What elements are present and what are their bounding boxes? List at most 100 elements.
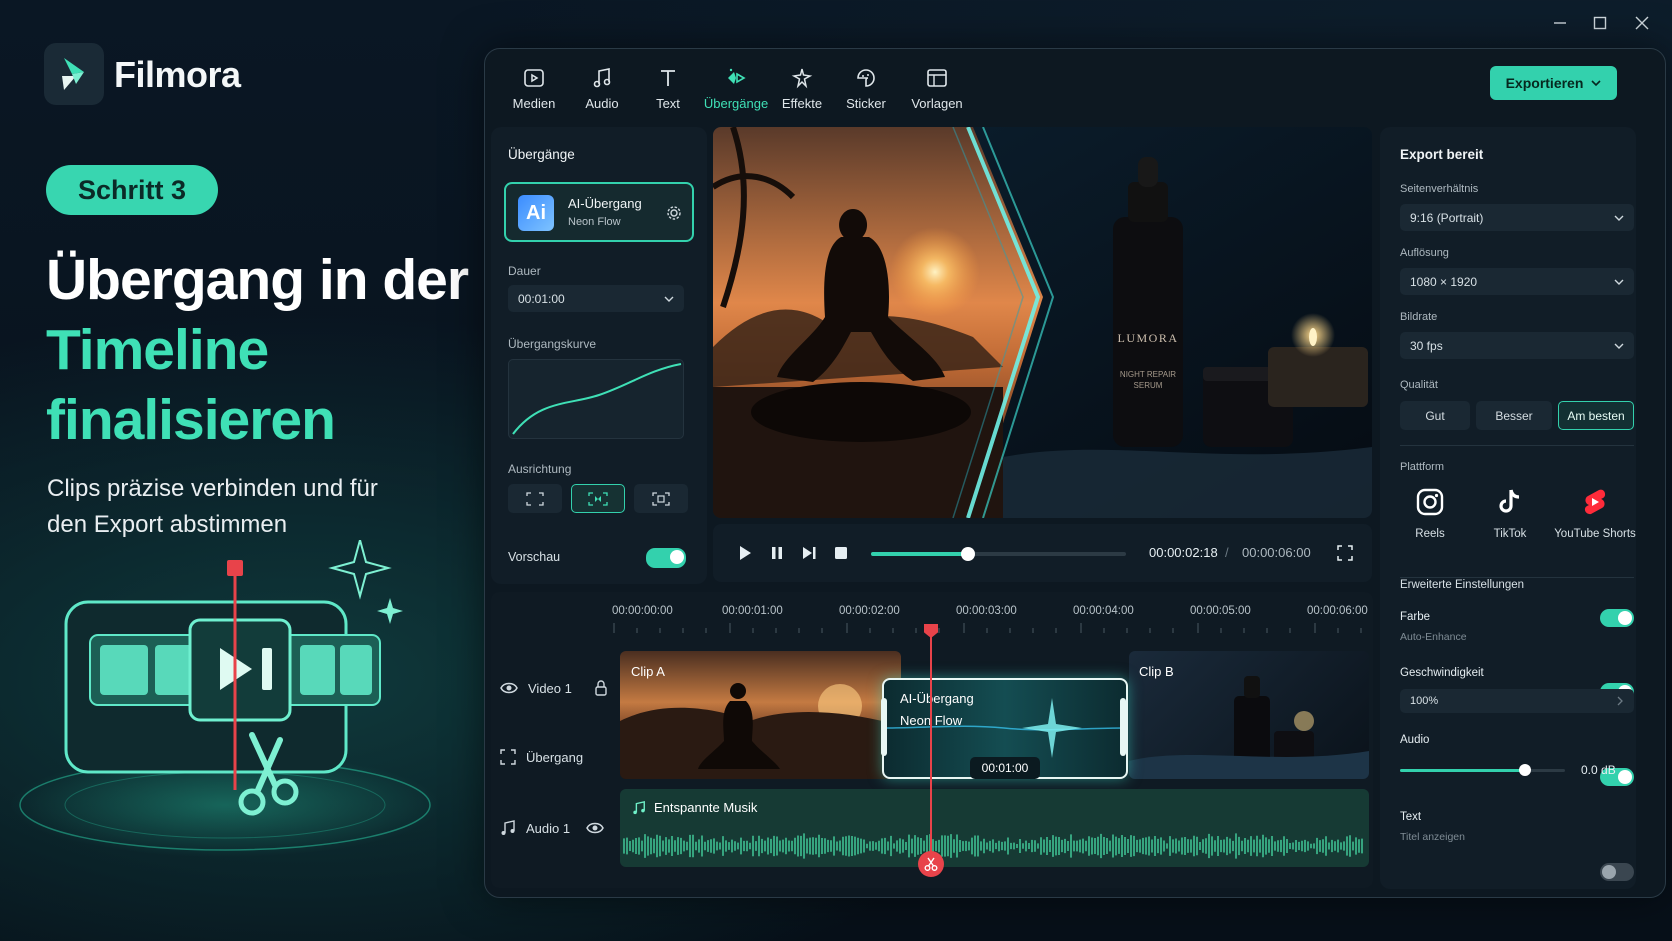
align-start-button[interactable] xyxy=(508,484,562,513)
music-note-icon xyxy=(501,820,515,835)
panel-title: Übergänge xyxy=(508,147,575,162)
play-icon[interactable] xyxy=(737,545,753,561)
text-label: Text xyxy=(1400,811,1422,823)
progress-knob[interactable] xyxy=(960,547,975,561)
resolution-select[interactable]: 1080 × 1920 xyxy=(1400,268,1634,295)
eye-icon[interactable] xyxy=(586,821,604,835)
duration-select[interactable]: 00:01:00 xyxy=(508,285,684,312)
aspect-select[interactable]: 9:16 (Portrait) xyxy=(1400,204,1634,231)
color-toggle[interactable] xyxy=(1600,609,1634,627)
clip-a[interactable]: Clip A xyxy=(620,651,901,779)
headline-line1: Übergang in der xyxy=(46,248,469,312)
progress-track[interactable] xyxy=(871,547,1126,561)
youtube-shorts-icon xyxy=(1584,489,1606,515)
minimize-button[interactable] xyxy=(1540,6,1580,40)
framerate-label: Bildrate xyxy=(1400,311,1438,323)
platform-label: Plattform xyxy=(1400,461,1445,473)
track-video-1[interactable]: Video 1 xyxy=(500,680,608,696)
trim-handle-left[interactable] xyxy=(881,698,887,756)
fullscreen-icon[interactable] xyxy=(1337,545,1353,561)
alignment-label: Ausrichtung xyxy=(508,462,572,476)
align-center-button[interactable] xyxy=(571,484,625,513)
transition-icon xyxy=(728,68,746,84)
ai-transition-card[interactable]: Ai AI-Übergang Neon Flow xyxy=(504,182,694,242)
tab-text[interactable]: Text xyxy=(636,66,700,111)
quality-label: Qualität xyxy=(1400,379,1438,391)
platform-tiktok[interactable]: TikTok xyxy=(1480,487,1540,540)
align-full-icon xyxy=(526,491,544,506)
close-button[interactable] xyxy=(1622,6,1662,40)
transition-curve-editor[interactable] xyxy=(508,359,684,439)
next-frame-icon[interactable] xyxy=(801,545,817,561)
instagram-icon xyxy=(1416,488,1444,516)
split-button[interactable] xyxy=(918,851,944,877)
time-separator: / xyxy=(1225,545,1229,560)
audio-slider[interactable] xyxy=(1400,764,1565,776)
tab-medien[interactable]: Medien xyxy=(502,66,566,111)
trim-handle-right[interactable] xyxy=(1120,698,1126,756)
scissors-icon xyxy=(924,857,938,871)
align-end-button[interactable] xyxy=(634,484,688,513)
gear-icon[interactable] xyxy=(666,205,682,221)
step-badge: Schritt 3 xyxy=(46,165,218,215)
chevron-down-icon xyxy=(664,296,674,302)
quality-besser[interactable]: Besser xyxy=(1476,401,1552,430)
headline-line3: finalisieren xyxy=(46,388,336,452)
media-icon xyxy=(524,69,544,87)
stop-icon[interactable] xyxy=(833,545,849,561)
text-toggle[interactable] xyxy=(1600,863,1634,881)
timeline-ruler[interactable]: 00:00:00:00 00:00:01:00 00:00:02:00 00:0… xyxy=(612,601,1372,635)
export-button[interactable]: Exportieren xyxy=(1490,66,1617,100)
ruler-label: 00:00:01:00 xyxy=(722,605,783,617)
speed-field[interactable]: 100% xyxy=(1400,689,1634,713)
quality-gut[interactable]: Gut xyxy=(1400,401,1470,430)
tab-effekte[interactable]: Effekte xyxy=(770,66,834,111)
divider xyxy=(1400,445,1634,446)
video-preview[interactable]: LUMORA NIGHT REPAIR SERUM xyxy=(713,127,1372,518)
duration-label: Dauer xyxy=(508,264,541,278)
text-icon xyxy=(661,70,675,86)
clip-a-label: Clip A xyxy=(631,664,665,679)
lock-icon[interactable] xyxy=(594,680,608,696)
divider xyxy=(1400,577,1634,578)
playhead-line xyxy=(930,628,932,858)
maximize-button[interactable] xyxy=(1580,6,1620,40)
color-sub: Auto-Enhance xyxy=(1400,631,1467,643)
eye-icon[interactable] xyxy=(500,681,518,695)
align-center-icon xyxy=(588,491,608,506)
transitions-panel: Übergänge Ai AI-Übergang Neon Flow Dauer… xyxy=(491,127,707,584)
tab-vorlagen[interactable]: Vorlagen xyxy=(905,66,969,111)
audio-value: 0.0 dB xyxy=(1581,763,1616,777)
tab-audio[interactable]: Audio xyxy=(570,66,634,111)
transition-box-icon xyxy=(500,749,516,765)
progress-fill xyxy=(871,552,968,556)
track-audio-1[interactable]: Audio 1 xyxy=(500,820,604,836)
templates-icon xyxy=(927,69,947,87)
transition-duration-badge: 00:01:00 xyxy=(970,757,1040,779)
chevron-down-icon xyxy=(1614,215,1624,221)
track-uebergang[interactable]: Übergang xyxy=(500,749,583,765)
ruler-ticks xyxy=(613,623,1362,633)
quality-am-besten[interactable]: Am besten xyxy=(1558,401,1634,430)
card-subtitle: Neon Flow xyxy=(568,216,621,228)
curve-graph xyxy=(512,363,682,435)
preview-toggle[interactable] xyxy=(646,548,686,568)
transition-clip-title: AI-Übergang xyxy=(900,691,974,706)
framerate-select[interactable]: 30 fps xyxy=(1400,332,1634,359)
pause-icon[interactable] xyxy=(769,545,785,561)
audio-slider-knob[interactable] xyxy=(1519,764,1532,776)
chevron-right-icon xyxy=(1617,696,1623,706)
platform-youtube-shorts[interactable]: YouTube Shorts xyxy=(1550,487,1640,540)
ruler-label: 00:00:04:00 xyxy=(1073,605,1134,617)
card-title: AI-Übergang xyxy=(568,196,642,211)
ai-transition-clip[interactable]: AI-Übergang Neon Flow 00:01:00 xyxy=(881,678,1128,779)
tab-sticker[interactable]: Sticker xyxy=(834,66,898,111)
tab-uebergaenge[interactable]: Übergänge xyxy=(704,66,768,111)
platform-reels[interactable]: Reels xyxy=(1400,487,1460,540)
clip-b[interactable]: Clip B xyxy=(1129,651,1369,779)
text-sub: Titel anzeigen xyxy=(1400,831,1465,843)
audio-clip[interactable]: Entspannte Musik xyxy=(620,789,1369,867)
app-name: Filmora xyxy=(114,54,241,95)
product-brand: LUMORA xyxy=(1117,331,1178,345)
ruler-label: 00:00:00:00 xyxy=(612,605,673,617)
